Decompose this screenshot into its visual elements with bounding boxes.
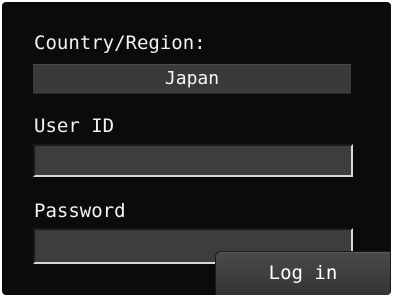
user-id-field[interactable] (33, 144, 353, 177)
login-screen: Country/Region: Japan User ID Password L… (2, 2, 391, 295)
log-in-button-label: Log in (268, 262, 338, 284)
country-region-value: Japan (164, 68, 220, 89)
log-in-button[interactable]: Log in (215, 251, 391, 295)
user-id-label: User ID (34, 115, 115, 137)
country-region-selector[interactable]: Japan (33, 64, 351, 94)
password-label: Password (34, 200, 126, 222)
country-region-label: Country/Region: (34, 32, 206, 54)
